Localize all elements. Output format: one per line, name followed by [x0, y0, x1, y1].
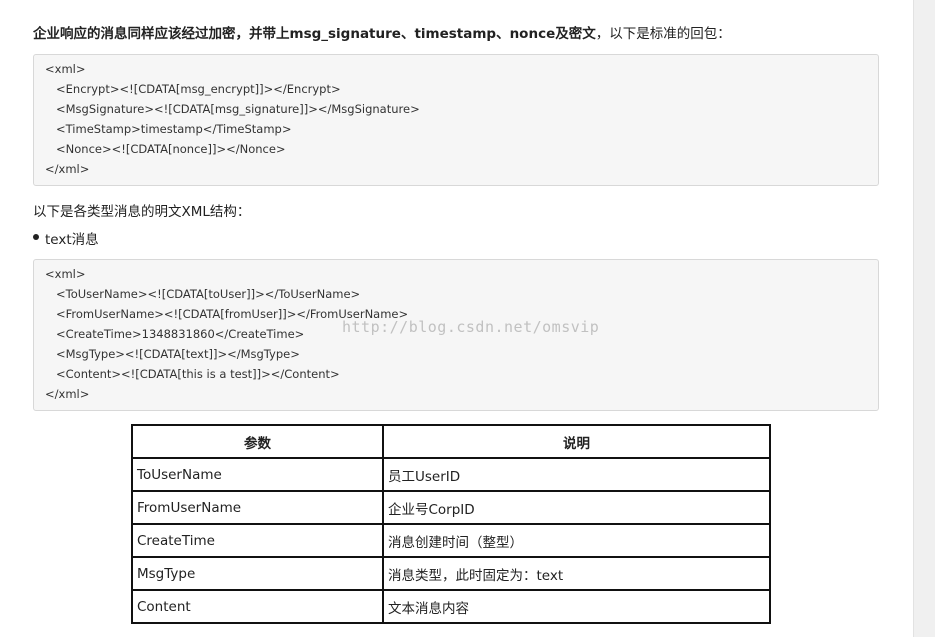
- intro-rest-text: ，以下是标准的回包：: [595, 26, 731, 42]
- code-line: <Content><![CDATA[this is a test]]></Con…: [56, 367, 340, 381]
- table-row: CreateTime 消息创建时间（整型）: [131, 523, 771, 558]
- section-paragraph: 以下是各类型消息的明文XML结构：: [33, 204, 251, 220]
- code-line: <xml>: [45, 267, 86, 281]
- code-line: </xml>: [45, 387, 90, 401]
- table-cell: FromUserName: [131, 490, 384, 525]
- bullet-dot-icon: [33, 234, 39, 240]
- intro-bold-text: 企业响应的消息同样应该经过加密，并带上msg_signature、timesta…: [33, 26, 596, 42]
- table-cell: MsgType: [131, 556, 384, 591]
- code-line: <TimeStamp>timestamp</TimeStamp>: [56, 122, 292, 136]
- code-line: <xml>: [45, 62, 86, 76]
- code-line: <CreateTime>1348831860</CreateTime>: [56, 327, 305, 341]
- code-block-encrypted-reply: <xml> <Encrypt><![CDATA[msg_encrypt]]></…: [33, 54, 879, 186]
- table-cell: Content: [131, 589, 384, 624]
- table-cell: 消息类型，此时固定为：text: [382, 556, 771, 591]
- table-row: MsgType 消息类型，此时固定为：text: [131, 556, 771, 591]
- table-row: FromUserName 企业号CorpID: [131, 490, 771, 525]
- table-header-row: 参数 说明: [131, 424, 771, 459]
- code-line: <Encrypt><![CDATA[msg_encrypt]]></Encryp…: [56, 82, 341, 96]
- table-cell: 文本消息内容: [382, 589, 771, 624]
- code-line: <ToUserName><![CDATA[toUser]]></ToUserNa…: [56, 287, 361, 301]
- bullet-text: text消息: [45, 232, 99, 248]
- table-row: Content 文本消息内容: [131, 589, 771, 624]
- vertical-scrollbar[interactable]: [913, 0, 935, 637]
- table-cell: 消息创建时间（整型）: [382, 523, 771, 558]
- params-table: 参数 说明 ToUserName 员工UserID FromUserName 企…: [131, 424, 771, 624]
- code-line: <MsgType><![CDATA[text]]></MsgType>: [56, 347, 300, 361]
- table-row: ToUserName 员工UserID: [131, 457, 771, 492]
- table-header-cell: 说明: [382, 424, 771, 459]
- table-header-cell: 参数: [131, 424, 384, 459]
- table-cell: 员工UserID: [382, 457, 771, 492]
- code-line: </xml>: [45, 162, 90, 176]
- table-cell: 企业号CorpID: [382, 490, 771, 525]
- watermark: http://blog.csdn.net/omsvip: [342, 318, 600, 336]
- table-cell: CreateTime: [131, 523, 384, 558]
- code-line: <Nonce><![CDATA[nonce]]></Nonce>: [56, 142, 286, 156]
- code-line: <MsgSignature><![CDATA[msg_signature]]><…: [56, 102, 420, 116]
- table-cell: ToUserName: [131, 457, 384, 492]
- intro-paragraph: 企业响应的消息同样应该经过加密，并带上msg_signature、timesta…: [33, 22, 731, 42]
